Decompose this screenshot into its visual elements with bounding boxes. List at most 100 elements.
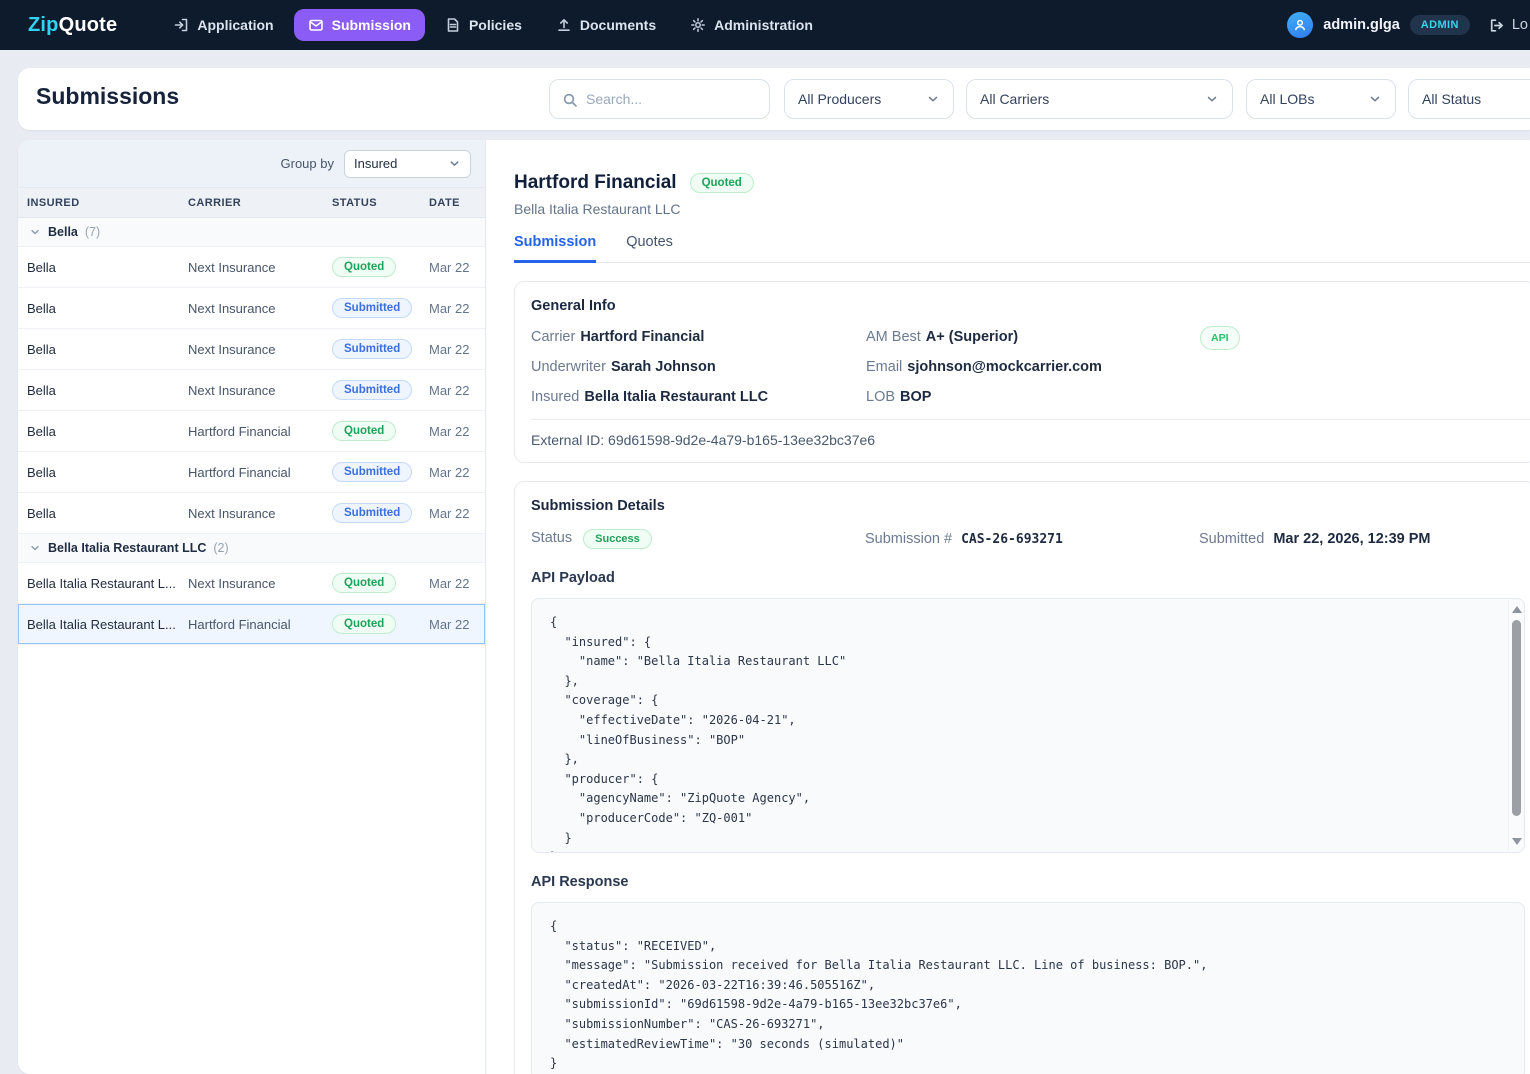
chevron-down-icon	[1205, 92, 1219, 106]
status-badge: Submitted	[332, 339, 412, 359]
page-header: Submissions All Producers All Carriers A…	[18, 68, 1530, 130]
row-insured: Bella	[27, 424, 188, 439]
search-input[interactable]	[586, 80, 762, 118]
scrollbar[interactable]	[1508, 600, 1523, 851]
row-date: Mar 22	[429, 383, 485, 398]
group-count: (7)	[85, 225, 100, 239]
lobs-filter[interactable]: All LOBs	[1246, 79, 1396, 119]
table-row[interactable]: Bella Next Insurance Submitted Mar 22	[18, 370, 485, 411]
table-row[interactable]: Bella Next Insurance Quoted Mar 22	[18, 247, 485, 288]
nav-item-label: Documents	[580, 17, 656, 33]
status-filter[interactable]: All Status	[1408, 79, 1530, 119]
chevron-down-icon	[448, 157, 461, 170]
row-date: Mar 22	[429, 576, 485, 591]
logout-icon	[1488, 17, 1505, 34]
column-header-date: DATE	[429, 197, 485, 209]
chevron-down-icon	[29, 226, 41, 238]
nav-item-administration[interactable]: Administration	[676, 9, 827, 41]
group-by-label: Group by	[281, 156, 334, 171]
status-badge: Quoted	[332, 257, 396, 277]
nav-item-application[interactable]: Application	[159, 9, 287, 41]
status-field: Status Success	[531, 529, 865, 549]
submission-details-heading: Submission Details	[531, 498, 1511, 514]
table-row[interactable]: Bella Next Insurance Submitted Mar 22	[18, 493, 485, 534]
row-carrier: Next Insurance	[188, 383, 332, 398]
status-badge: Submitted	[332, 298, 412, 318]
nav-item-label: Submission	[332, 17, 411, 33]
group-by-select[interactable]: Insured	[344, 150, 471, 178]
row-insured: Bella	[27, 506, 188, 521]
success-badge: Success	[583, 529, 652, 549]
api-badge: API	[1200, 326, 1240, 350]
api-response-label: API Response	[531, 874, 1511, 890]
chevron-down-icon	[29, 542, 41, 554]
group-by-bar: Group by Insured	[18, 140, 485, 188]
row-date: Mar 22	[429, 342, 485, 357]
row-insured: Bella Italia Restaurant L...	[27, 576, 188, 591]
table-row[interactable]: Bella Italia Restaurant L... Next Insura…	[18, 563, 485, 604]
row-insured: Bella	[27, 342, 188, 357]
scroll-down-arrow[interactable]	[1512, 838, 1522, 845]
tab-quotes[interactable]: Quotes	[626, 234, 673, 262]
underwriter-field: UnderwriterSarah Johnson	[531, 359, 866, 375]
group-count: (2)	[213, 541, 228, 555]
am-best-field: AM BestA+ (Superior)	[866, 329, 1200, 345]
submission-number-field: Submission # CAS-26-693271	[865, 531, 1199, 547]
table-row-selected[interactable]: Bella Italia Restaurant L... Hartford Fi…	[18, 604, 485, 645]
table-row[interactable]: Bella Hartford Financial Quoted Mar 22	[18, 411, 485, 452]
table-row[interactable]: Bella Next Insurance Submitted Mar 22	[18, 288, 485, 329]
row-date: Mar 22	[429, 301, 485, 316]
scroll-up-arrow[interactable]	[1512, 606, 1522, 613]
row-carrier: Next Insurance	[188, 260, 332, 275]
nav-user-cluster: admin.glga ADMIN Lo	[1287, 12, 1530, 38]
page-title: Submissions	[36, 83, 179, 110]
row-carrier: Hartford Financial	[188, 465, 332, 480]
submission-detail-panel: Hartford Financial Quoted Bella Italia R…	[486, 140, 1530, 1074]
api-response-json: { "status": "RECEIVED", "message": "Subm…	[532, 903, 1524, 1074]
nav-items: Application Submission Policies Document…	[159, 9, 827, 41]
row-insured: Bella	[27, 465, 188, 480]
submitted-date-field: Submitted Mar 22, 2026, 12:39 PM	[1199, 531, 1431, 547]
status-badge: Submitted	[332, 462, 412, 482]
nav-item-submission[interactable]: Submission	[294, 9, 425, 41]
logout-label: Lo	[1512, 17, 1528, 33]
application-icon	[173, 17, 189, 33]
api-response-code-block[interactable]: { "status": "RECEIVED", "message": "Subm…	[531, 902, 1525, 1074]
submission-details-card: Submission Details Status Success Submis…	[514, 481, 1530, 1074]
general-info-heading: General Info	[531, 298, 1530, 314]
nav-item-policies[interactable]: Policies	[431, 9, 536, 41]
external-id: External ID: 69d61598-9d2e-4a79-b165-13e…	[531, 420, 1530, 462]
nav-item-label: Policies	[469, 17, 522, 33]
table-row[interactable]: Bella Next Insurance Submitted Mar 22	[18, 329, 485, 370]
row-insured: Bella	[27, 301, 188, 316]
column-header-carrier: CARRIER	[188, 197, 332, 209]
app-logo[interactable]: ZipQuote	[28, 14, 117, 37]
group-header-bella[interactable]: Bella (7)	[18, 218, 485, 247]
table-row[interactable]: Bella Hartford Financial Submitted Mar 2…	[18, 452, 485, 493]
logo-zip: Zip	[28, 14, 59, 36]
administration-gear-icon	[690, 17, 706, 33]
scrollbar-thumb[interactable]	[1512, 620, 1521, 816]
nav-item-label: Administration	[714, 17, 813, 33]
row-carrier: Hartford Financial	[188, 617, 332, 632]
group-header-bella-italia[interactable]: Bella Italia Restaurant LLC (2)	[18, 534, 485, 563]
status-badge: Submitted	[332, 503, 412, 523]
detail-title: Hartford Financial	[514, 172, 677, 194]
logo-quote: Quote	[59, 14, 118, 36]
tab-submission[interactable]: Submission	[514, 234, 596, 263]
carriers-filter[interactable]: All Carriers	[966, 79, 1233, 119]
nav-item-documents[interactable]: Documents	[542, 9, 670, 41]
row-date: Mar 22	[429, 617, 485, 632]
lob-field: LOBBOP	[866, 389, 1200, 405]
row-carrier: Next Insurance	[188, 301, 332, 316]
producers-filter[interactable]: All Producers	[784, 79, 954, 119]
email-field: Emailsjohnson@mockcarrier.com	[866, 359, 1200, 375]
group-name: Bella Italia Restaurant LLC	[48, 541, 206, 555]
nav-item-label: Application	[197, 17, 273, 33]
status-badge: Submitted	[332, 380, 412, 400]
submission-icon	[308, 17, 324, 33]
group-by-value: Insured	[354, 156, 397, 171]
api-payload-code-block[interactable]: { "insured": { "name": "Bella Italia Res…	[531, 598, 1525, 853]
logout-button[interactable]: Lo	[1488, 17, 1528, 34]
row-carrier: Next Insurance	[188, 576, 332, 591]
